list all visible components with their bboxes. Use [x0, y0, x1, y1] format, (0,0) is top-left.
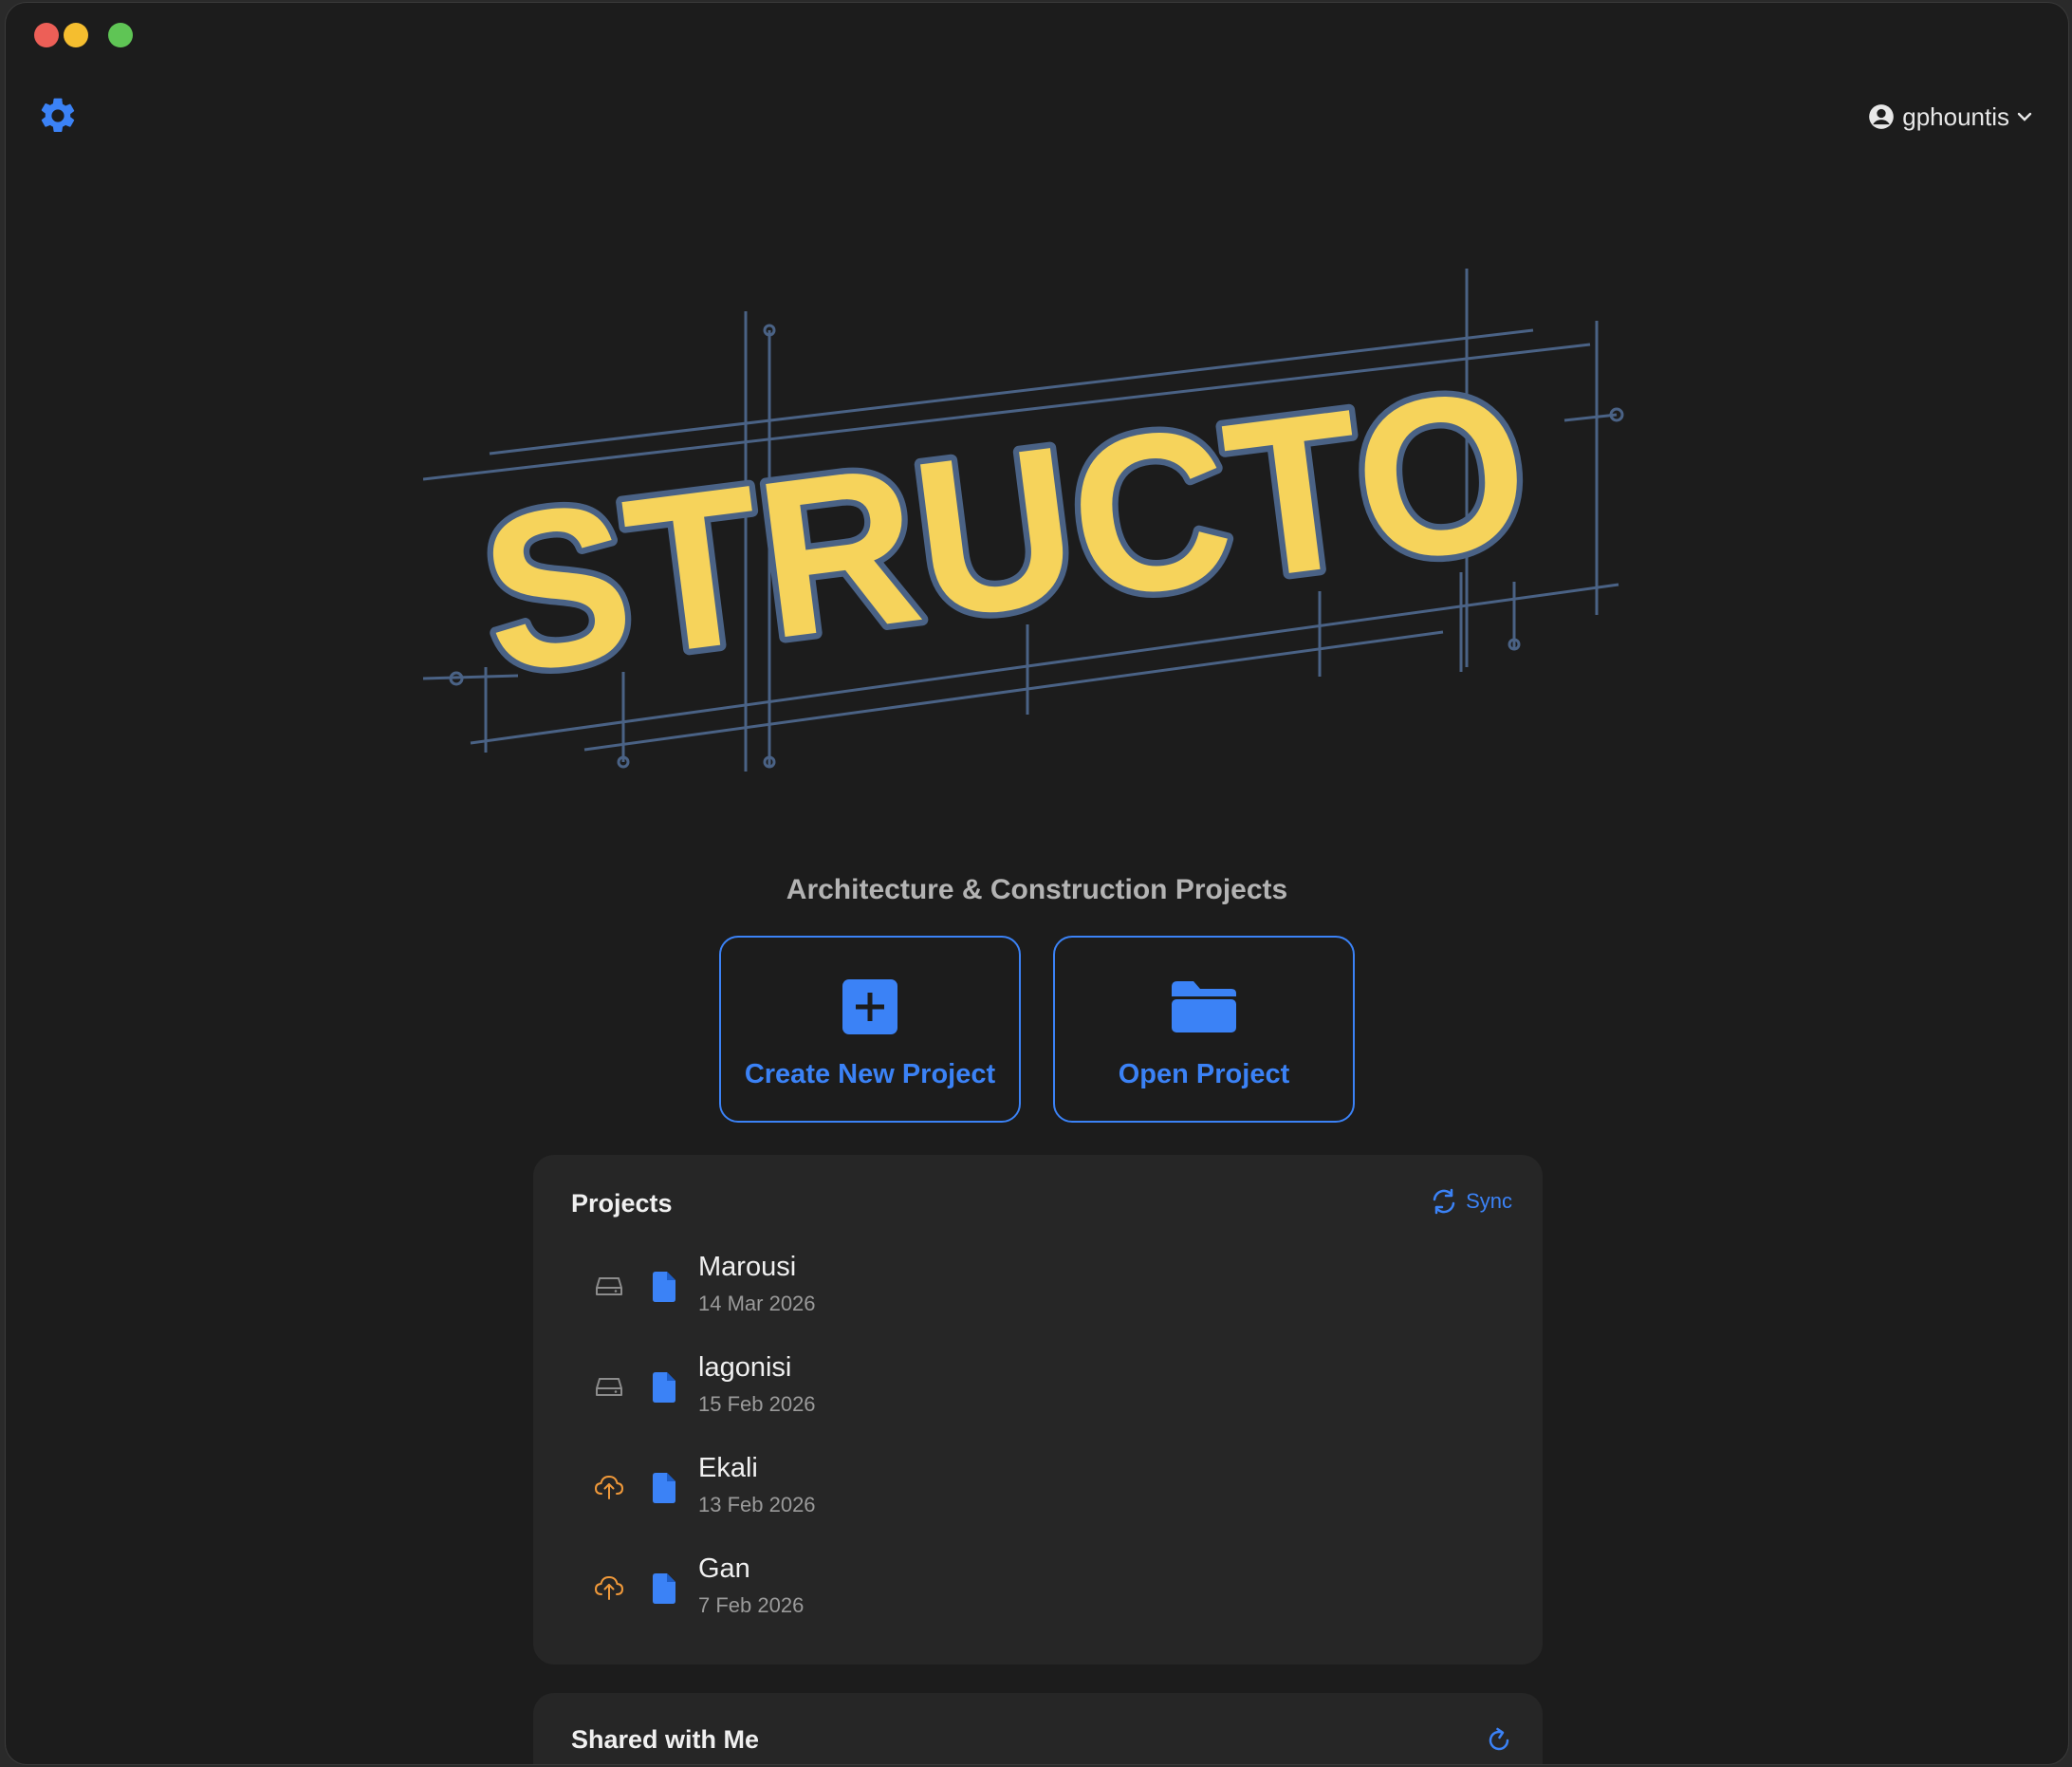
open-project-button[interactable]: Open Project: [1053, 936, 1355, 1123]
project-date: 14 Mar 2026: [698, 1292, 816, 1315]
refresh-icon[interactable]: [1484, 1725, 1514, 1756]
create-new-project-label: Create New Project: [744, 1059, 996, 1089]
app-tagline: Architecture & Construction Projects: [786, 874, 1288, 905]
document-icon: [653, 1573, 675, 1604]
project-date: 7 Feb 2026: [698, 1593, 805, 1617]
create-new-project-button[interactable]: Create New Project: [719, 936, 1021, 1123]
document-icon: [653, 1473, 675, 1503]
zoom-window-button[interactable]: [108, 23, 133, 47]
project-row[interactable]: Ekali 13 Feb 2026: [533, 1451, 1543, 1552]
projects-panel: Projects Sync Marousi 14 Mar 2026 lagoni…: [533, 1155, 1543, 1665]
cloud-upload-icon: [594, 1475, 624, 1499]
folder-icon: [1172, 981, 1236, 1032]
shared-title: Shared with Me: [571, 1725, 760, 1754]
project-list: Marousi 14 Mar 2026 lagonisi 15 Feb 2026: [533, 1250, 1543, 1652]
project-name: lagonisi: [698, 1352, 792, 1383]
project-name: Ekali: [698, 1453, 758, 1483]
gear-icon[interactable]: [37, 95, 79, 137]
person-circle-icon: [1869, 104, 1895, 129]
projects-title: Projects: [571, 1189, 673, 1218]
document-icon: [653, 1272, 675, 1302]
logo-wordmark: STRUCTO: [470, 342, 1541, 721]
structo-logo: STRUCTO: [423, 269, 1624, 772]
sync-label: Sync: [1466, 1189, 1512, 1213]
project-row[interactable]: Gan 7 Feb 2026: [533, 1552, 1543, 1652]
local-drive-icon: [596, 1378, 622, 1396]
app-window: gphountis STRUCTO Architecture & Constru…: [6, 3, 2068, 1764]
project-date: 15 Feb 2026: [698, 1392, 816, 1416]
project-row[interactable]: lagonisi 15 Feb 2026: [533, 1350, 1543, 1451]
sync-icon: [1433, 1188, 1455, 1215]
user-menu[interactable]: gphountis: [1868, 100, 2032, 134]
plus-square-icon: [842, 979, 897, 1034]
cloud-upload-icon: [594, 1575, 624, 1600]
open-project-label: Open Project: [1118, 1059, 1290, 1089]
close-window-button[interactable]: [34, 23, 59, 47]
project-name: Gan: [698, 1553, 750, 1584]
local-drive-icon: [596, 1277, 622, 1295]
username-label: gphountis: [1902, 102, 2009, 131]
chevron-down-icon: [2017, 112, 2032, 121]
project-name: Marousi: [698, 1252, 797, 1282]
document-icon: [653, 1372, 675, 1403]
minimize-window-button[interactable]: [64, 23, 88, 47]
project-row[interactable]: Marousi 14 Mar 2026: [533, 1250, 1543, 1350]
project-date: 13 Feb 2026: [698, 1493, 816, 1516]
shared-panel: Shared with Me: [533, 1693, 1543, 1764]
sync-button[interactable]: Sync: [1430, 1187, 1512, 1216]
